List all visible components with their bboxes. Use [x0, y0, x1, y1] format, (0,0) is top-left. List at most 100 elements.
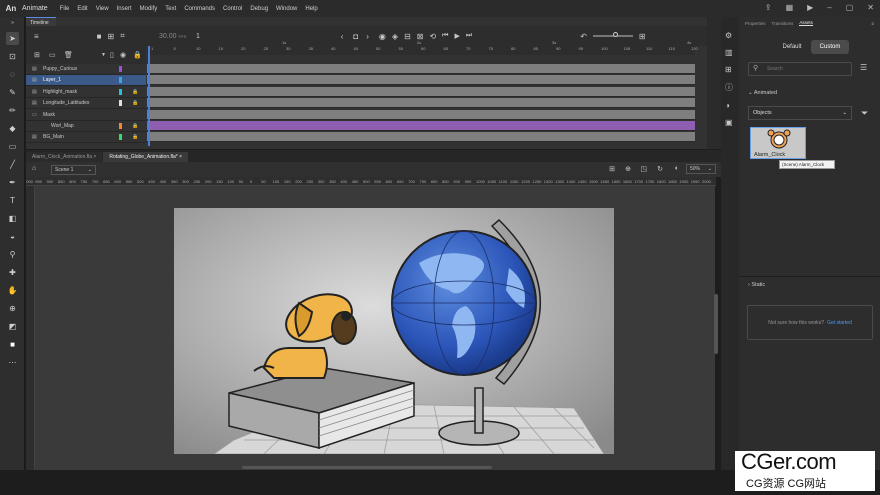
delete-layer-icon[interactable]: 🗑	[64, 51, 73, 59]
current-frame[interactable]: 1	[196, 33, 200, 40]
pen-tool-icon[interactable]: ✒	[6, 176, 19, 189]
keyframe-next-icon[interactable]: ›	[366, 32, 369, 41]
rectangle-tool-icon[interactable]: ▭	[6, 140, 19, 153]
parenting-icon[interactable]: ⊞	[108, 32, 115, 41]
frame-row[interactable]	[147, 109, 695, 120]
menu-debug[interactable]: Debug	[250, 6, 268, 12]
timeline-layer[interactable]: ▤ Layer_1	[26, 75, 146, 87]
insert-keyframe-icon[interactable]: ◘	[353, 32, 358, 41]
new-layer-icon[interactable]: ⊞	[34, 51, 40, 59]
frame-row[interactable]	[147, 98, 695, 109]
filter-icon[interactable]: ⏷	[861, 108, 868, 119]
menu-edit[interactable]: Edit	[77, 6, 87, 12]
hand-tool-icon[interactable]: ✋	[6, 284, 19, 297]
share-icon[interactable]: ⇪	[765, 3, 772, 12]
test-movie-icon[interactable]: ▶	[807, 3, 813, 12]
fill-color-icon[interactable]: ■	[6, 338, 19, 351]
new-folder-icon[interactable]: ▭	[49, 51, 56, 59]
menu-help[interactable]: Help	[305, 6, 317, 12]
tab-assets[interactable]: Assets	[799, 20, 813, 26]
timeline-layer[interactable]: ▤ Highlight_mask 🔒	[26, 87, 146, 98]
ink-bottle-icon[interactable]: ◒	[6, 230, 19, 243]
frame-zoom-slider[interactable]	[592, 32, 633, 37]
library-panel-icon[interactable]: ▥	[725, 48, 739, 57]
transform-tool-icon[interactable]: ⊡	[6, 50, 19, 63]
playhead[interactable]	[148, 46, 150, 146]
frame-row[interactable]	[147, 121, 695, 131]
maximize-icon[interactable]: ▢	[846, 3, 854, 12]
properties-panel-icon[interactable]: ⚙	[725, 31, 739, 40]
edit-multiple-icon[interactable]: ◈	[392, 32, 398, 41]
frame-row[interactable]	[147, 132, 695, 143]
camera-tool-icon[interactable]: ◐	[675, 165, 679, 172]
highlight-icon[interactable]: ▯	[110, 51, 114, 59]
timeline-layer[interactable]: Worl_Map 🔒	[26, 121, 146, 132]
fps-value[interactable]: 30.00	[159, 33, 177, 40]
stage[interactable]	[174, 208, 614, 454]
layer-color-swatch[interactable]	[119, 77, 122, 84]
frame-row[interactable]	[147, 64, 695, 74]
selection-tool-icon[interactable]: ➤	[6, 32, 19, 45]
edit-symbols-icon[interactable]: ⊞	[609, 165, 615, 173]
lock-icon[interactable]: 🔒	[132, 100, 138, 106]
timeline-layer[interactable]: ▭ Mask	[26, 110, 146, 121]
collapse-icon[interactable]: »	[6, 19, 19, 27]
timeline-layer[interactable]: ▤ Longitude_Lattitudes 🔒	[26, 98, 146, 110]
chevron-down-icon[interactable]: ▼	[101, 52, 106, 58]
lock-all-icon[interactable]: 🔒	[133, 51, 142, 59]
stage-vertical-scrollbar[interactable]	[714, 294, 718, 354]
lock-icon[interactable]: 🔒	[132, 89, 138, 95]
undo-icon[interactable]: ↶	[580, 32, 587, 41]
center-stage-icon[interactable]: ⊕	[625, 165, 631, 173]
menu-control[interactable]: Control	[223, 6, 242, 12]
info-panel-icon[interactable]: ⓘ	[725, 82, 739, 93]
clip-icon[interactable]: ◳	[640, 165, 647, 173]
playhead-left-icon[interactable]: ‹	[341, 32, 344, 41]
rotate-icon[interactable]: ↻	[657, 165, 663, 173]
close-icon[interactable]: ✕	[867, 3, 874, 12]
timeline-layer[interactable]: ▤ BG_Main 🔒	[26, 132, 146, 144]
asset-search-input[interactable]: Search	[748, 62, 852, 76]
animated-section-header[interactable]: ⌄ Animated	[748, 90, 777, 96]
line-tool-icon[interactable]: ╱	[6, 158, 19, 171]
text-tool-icon[interactable]: T	[6, 194, 19, 207]
align-panel-icon[interactable]: ⊞	[725, 65, 739, 74]
menu-modify[interactable]: Modify	[140, 6, 158, 12]
minimize-icon[interactable]: –	[827, 3, 831, 12]
static-section-header[interactable]: › Static	[748, 282, 765, 288]
list-view-icon[interactable]: ☰	[860, 63, 867, 72]
onion-icon[interactable]: ◉	[379, 32, 386, 41]
layer-color-swatch[interactable]	[119, 88, 122, 95]
eyedropper-icon[interactable]: ⚲	[6, 248, 19, 261]
menu-insert[interactable]: Insert	[117, 6, 132, 12]
brush-tool-icon[interactable]: ✎	[6, 86, 19, 99]
timeline-tab[interactable]: Timeline	[26, 17, 56, 26]
doc-tab-rotating-globe[interactable]: Rotating_Globe_Animation.fla* ×	[103, 152, 189, 162]
zoom-in-icon[interactable]: ⊞	[639, 32, 646, 41]
stroke-color-icon[interactable]: ◩	[6, 320, 19, 333]
menu-view[interactable]: View	[96, 6, 109, 12]
fps-readout[interactable]: 30.00 FPS	[159, 33, 186, 40]
layer-color-swatch[interactable]	[119, 100, 122, 107]
menu-text[interactable]: Text	[165, 6, 176, 12]
layer-color-swatch[interactable]	[119, 123, 122, 129]
asset-filter-select[interactable]: Objects ⌄	[748, 106, 852, 120]
get-started-link[interactable]: Get started	[827, 320, 852, 326]
stage-horizontal-scrollbar[interactable]	[242, 466, 492, 469]
asset-alarm-clock[interactable]: Alarm_Clock	[750, 127, 806, 159]
lock-icon[interactable]: 🔒	[132, 123, 138, 129]
paint-bucket-icon[interactable]: ◧	[6, 212, 19, 225]
frame-row[interactable]	[147, 75, 695, 86]
onion-outline-icon[interactable]: ⊟	[404, 32, 411, 41]
scene-selector[interactable]: Scene 1 ⌄	[51, 164, 96, 175]
layer-color-swatch[interactable]	[119, 112, 122, 118]
visibility-icon[interactable]: ◉	[120, 51, 126, 59]
lock-icon[interactable]: 🔒	[132, 134, 138, 140]
menu-window[interactable]: Window	[276, 6, 297, 12]
color-panel-icon[interactable]: ◑	[725, 101, 739, 110]
eraser-tool-icon[interactable]: ◆	[6, 122, 19, 135]
zoom-selector[interactable]: 50% ⌄	[686, 164, 716, 174]
tab-transitions[interactable]: Transitions	[772, 21, 794, 26]
camera-icon[interactable]: ■	[97, 32, 102, 41]
segment-custom[interactable]: Custom	[811, 40, 849, 54]
